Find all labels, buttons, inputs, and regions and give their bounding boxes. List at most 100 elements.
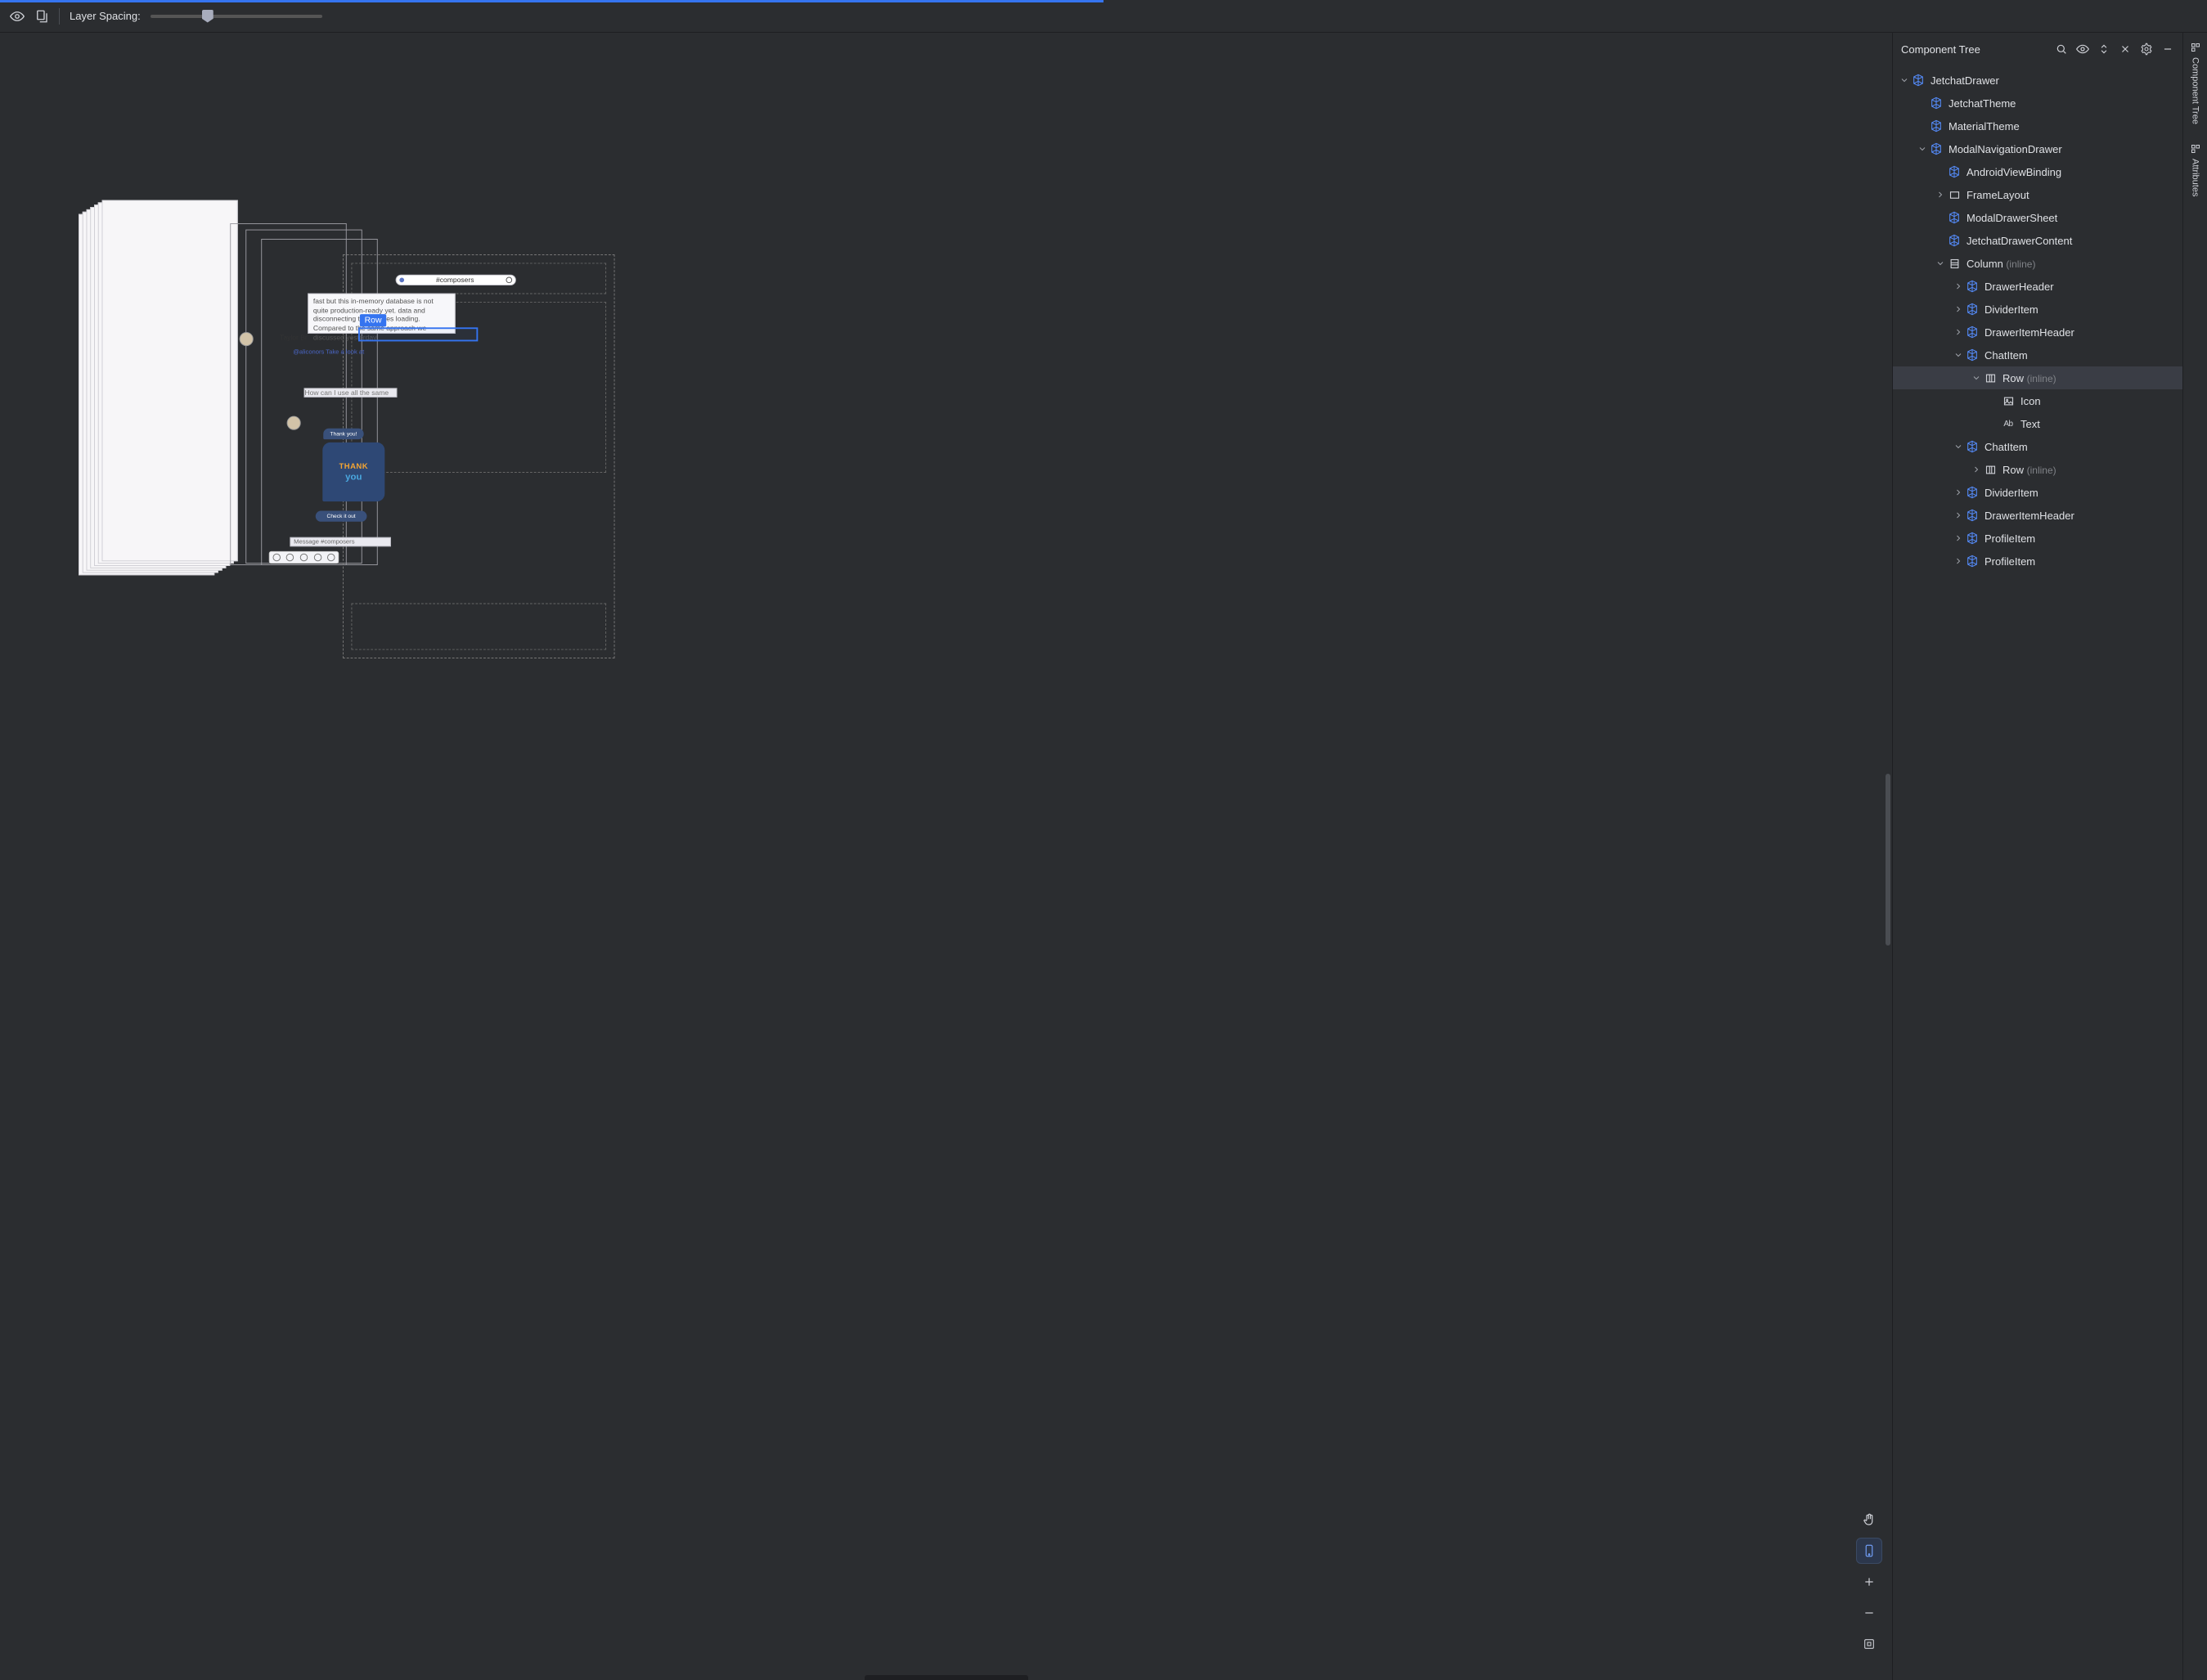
layout-3d-canvas[interactable]: #composers fast but this in-memory datab… xyxy=(0,33,1892,1680)
chevron-right-icon[interactable] xyxy=(1952,486,1965,499)
tree-node-label: MaterialTheme xyxy=(1949,120,2020,133)
tree-node-label: DividerItem xyxy=(1985,487,2038,499)
cube-icon xyxy=(1947,211,1962,224)
tree-node[interactable]: DrawerHeader xyxy=(1893,275,2182,298)
chevron-down-icon[interactable] xyxy=(1898,74,1911,87)
cube-icon xyxy=(1965,440,1980,453)
tree-node-label: ProfileItem xyxy=(1985,532,2035,545)
component-tree-panel: Component Tree JetchatDrawer JetchatTheme… xyxy=(1892,33,2182,1680)
tree-node[interactable]: ModalDrawerSheet xyxy=(1893,206,2182,229)
chevron-none-icon xyxy=(1916,119,1929,133)
avatar xyxy=(240,332,254,346)
row-icon xyxy=(1983,464,1998,476)
close-icon[interactable] xyxy=(2119,43,2132,56)
chevron-right-icon[interactable] xyxy=(1952,326,1965,339)
chevron-none-icon xyxy=(1934,165,1947,178)
tree-node-label: FrameLayout xyxy=(1967,189,2029,201)
rail-tab-attributes[interactable]: Attributes xyxy=(2189,139,2202,201)
bottom-handle[interactable] xyxy=(865,1675,1028,1680)
tree-node-label: JetchatDrawer xyxy=(1931,74,1999,87)
overlay-icon[interactable] xyxy=(34,9,49,24)
chevron-down-icon[interactable] xyxy=(1934,257,1947,270)
zoom-out-button[interactable] xyxy=(1856,1600,1882,1626)
input-icon xyxy=(286,554,294,562)
search-icon[interactable] xyxy=(2055,43,2068,56)
slider-thumb[interactable] xyxy=(202,10,214,23)
chevron-none-icon xyxy=(1988,417,2001,430)
chevron-down-icon[interactable] xyxy=(1970,371,1983,384)
device-frame-button[interactable] xyxy=(1856,1538,1882,1564)
cube-icon xyxy=(1947,234,1962,247)
tree-node-label: Column (inline) xyxy=(1967,258,2035,270)
tree-node[interactable]: FrameLayout xyxy=(1893,183,2182,206)
tree-node[interactable]: Row (inline) xyxy=(1893,458,2182,481)
tree-node[interactable]: AndroidViewBinding xyxy=(1893,160,2182,183)
tree-node[interactable]: DrawerItemHeader xyxy=(1893,321,2182,344)
right-rail: Component Tree Attributes xyxy=(2182,33,2207,1680)
chevron-down-icon[interactable] xyxy=(1952,440,1965,453)
rect-icon xyxy=(1947,189,1962,201)
tree-node[interactable]: ChatItem xyxy=(1893,344,2182,366)
rail-tab-label: Component Tree xyxy=(2191,57,2200,124)
tree-node-label: DrawerHeader xyxy=(1985,281,2054,293)
tree-node[interactable]: ChatItem xyxy=(1893,435,2182,458)
tree-node[interactable]: Icon xyxy=(1893,389,2182,412)
muted-line-1: How can I use all the same xyxy=(304,388,398,397)
channel-chip: #composers xyxy=(396,275,516,285)
chevron-right-icon[interactable] xyxy=(1952,532,1965,545)
tree-node[interactable]: DividerItem xyxy=(1893,298,2182,321)
row-icon xyxy=(1983,372,1998,384)
channel-chip-text: #composers xyxy=(436,276,474,285)
layout-3d-viz[interactable]: #composers fast but this in-memory datab… xyxy=(79,200,576,651)
chevron-right-icon[interactable] xyxy=(1952,280,1965,293)
canvas-scrollbar[interactable] xyxy=(1886,774,1890,946)
tree-node[interactable]: JetchatDrawer xyxy=(1893,69,2182,92)
chevron-down-icon[interactable] xyxy=(1952,348,1965,362)
chevron-right-icon[interactable] xyxy=(1952,555,1965,568)
chevron-down-icon[interactable] xyxy=(1916,142,1929,155)
tree-node[interactable]: ModalNavigationDrawer xyxy=(1893,137,2182,160)
tree-node[interactable]: AbText xyxy=(1893,412,2182,435)
bubble-checkit: Check it out xyxy=(316,511,367,522)
minimize-icon[interactable] xyxy=(2161,43,2174,56)
tree-node[interactable]: JetchatTheme xyxy=(1893,92,2182,115)
mention-text: @aliconors Take a look at xyxy=(290,348,391,357)
chevron-right-icon[interactable] xyxy=(1952,509,1965,522)
pan-tool-button[interactable] xyxy=(1856,1507,1882,1533)
cube-icon xyxy=(1929,142,1944,155)
chevron-none-icon xyxy=(1916,97,1929,110)
author-row: Taylor Br xyxy=(240,332,380,346)
gear-icon[interactable] xyxy=(2140,43,2153,56)
search-icon xyxy=(506,277,513,284)
tree-node[interactable]: Row (inline) xyxy=(1893,366,2182,389)
layer-spacing-slider[interactable] xyxy=(151,15,322,18)
panel-header: Component Tree xyxy=(1893,33,2182,65)
input-icon-row xyxy=(269,551,339,564)
expand-collapse-icon[interactable] xyxy=(2097,43,2110,56)
filter-visibility-icon[interactable] xyxy=(2076,43,2089,56)
sticker-line1: THANK xyxy=(330,462,377,470)
tree-node-label: JetchatDrawerContent xyxy=(1967,235,2072,247)
tree-node[interactable]: Column (inline) xyxy=(1893,252,2182,275)
tree-node[interactable]: ProfileItem xyxy=(1893,527,2182,550)
tree-node[interactable]: JetchatDrawerContent xyxy=(1893,229,2182,252)
tree-node[interactable]: DividerItem xyxy=(1893,481,2182,504)
tree-node-label: JetchatTheme xyxy=(1949,97,2016,110)
tree-node[interactable]: DrawerItemHeader xyxy=(1893,504,2182,527)
rail-tab-label: Attributes xyxy=(2191,159,2200,196)
cube-icon xyxy=(1965,326,1980,339)
chevron-right-icon[interactable] xyxy=(1952,303,1965,316)
main: #composers fast but this in-memory datab… xyxy=(0,33,2207,1680)
toolbar: Layer Spacing: xyxy=(0,0,2207,33)
tree-node[interactable]: MaterialTheme xyxy=(1893,115,2182,137)
zoom-fit-button[interactable] xyxy=(1856,1631,1882,1657)
cube-icon xyxy=(1911,74,1926,87)
component-tree[interactable]: JetchatDrawer JetchatTheme MaterialTheme Mo… xyxy=(1893,65,2182,1680)
zoom-in-button[interactable] xyxy=(1856,1569,1882,1595)
visibility-icon[interactable] xyxy=(10,9,25,24)
chevron-right-icon[interactable] xyxy=(1934,188,1947,201)
chevron-right-icon[interactable] xyxy=(1970,463,1983,476)
tree-node[interactable]: ProfileItem xyxy=(1893,550,2182,573)
rail-tab-component-tree[interactable]: Component Tree xyxy=(2189,38,2202,129)
canvas-tools xyxy=(1854,1507,1884,1657)
